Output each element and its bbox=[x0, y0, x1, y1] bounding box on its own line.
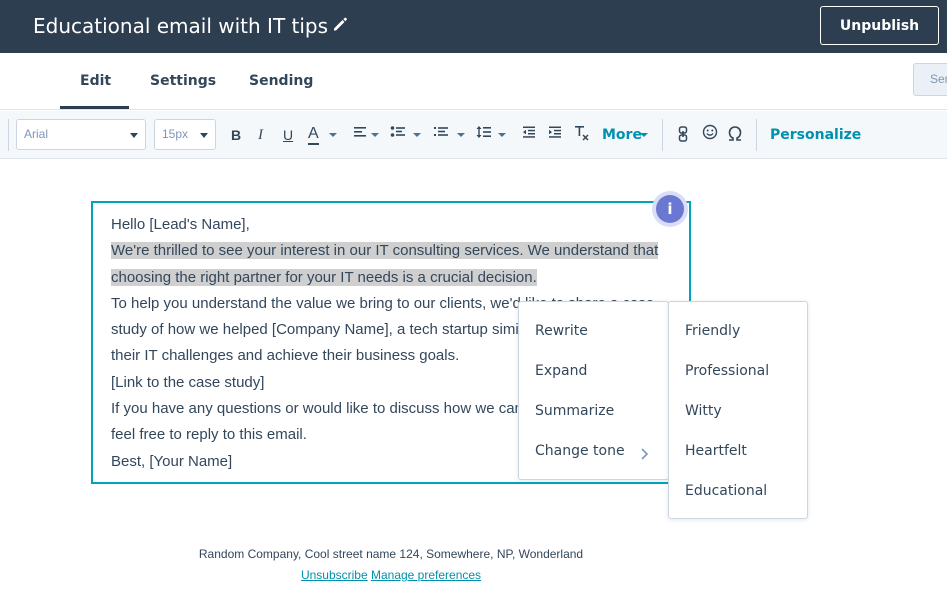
tab-sending[interactable]: Sending bbox=[249, 73, 313, 89]
active-tab-indicator bbox=[60, 106, 129, 109]
manage-preferences-link[interactable]: Manage preferences bbox=[371, 568, 481, 582]
underline-button[interactable]: U bbox=[283, 124, 293, 146]
font-family-value: Arial bbox=[24, 127, 49, 141]
chevron-down-icon bbox=[130, 133, 138, 138]
toolbar-divider bbox=[8, 119, 9, 151]
text-selection: choosing the right partner for your IT n… bbox=[111, 268, 537, 286]
chevron-down-icon[interactable] bbox=[457, 133, 465, 137]
align-icon[interactable] bbox=[353, 125, 367, 147]
link-icon[interactable] bbox=[678, 126, 688, 148]
more-button[interactable]: More bbox=[602, 124, 642, 146]
chevron-down-icon bbox=[200, 133, 208, 138]
toolbar-divider bbox=[756, 119, 757, 151]
pencil-icon[interactable] bbox=[331, 15, 349, 33]
info-icon: i bbox=[656, 195, 684, 223]
italic-button[interactable]: I bbox=[258, 124, 263, 146]
font-size-select[interactable]: 15px bbox=[154, 119, 216, 150]
tabs-row: Edit Settings Sending Sen bbox=[0, 53, 947, 110]
font-size-value: 15px bbox=[162, 127, 189, 141]
top-header-bar: Educational email with IT tips Unpublish bbox=[0, 0, 947, 53]
tone-item-professional[interactable]: Professional bbox=[685, 361, 769, 381]
footer-links: Unsubscribe Manage preferences bbox=[0, 568, 782, 582]
bulleted-list-icon[interactable] bbox=[390, 125, 406, 147]
menu-item-summarize[interactable]: Summarize bbox=[535, 401, 614, 421]
footer-address: Random Company, Cool street name 124, So… bbox=[198, 547, 584, 561]
tone-item-heartfelt[interactable]: Heartfelt bbox=[685, 441, 747, 461]
outdent-icon[interactable] bbox=[522, 125, 536, 147]
chevron-down-icon[interactable] bbox=[413, 133, 421, 137]
line-spacing-icon[interactable] bbox=[476, 125, 492, 147]
body-line-highlighted: choosing the right partner for your IT n… bbox=[111, 265, 671, 291]
email-title: Educational email with IT tips bbox=[33, 14, 329, 38]
tab-edit[interactable]: Edit bbox=[80, 73, 111, 89]
special-character-icon[interactable] bbox=[727, 124, 743, 146]
clear-formatting-icon[interactable] bbox=[574, 125, 590, 147]
personalize-button[interactable]: Personalize bbox=[770, 124, 861, 146]
numbered-list-icon[interactable] bbox=[433, 125, 449, 147]
menu-item-expand[interactable]: Expand bbox=[535, 361, 587, 381]
ai-assistant-menu: Rewrite Expand Summarize Change tone bbox=[518, 301, 669, 480]
body-line-highlighted: We're thrilled to see your interest in o… bbox=[111, 238, 671, 264]
tone-item-friendly[interactable]: Friendly bbox=[685, 321, 740, 341]
body-line: Hello [Lead's Name], bbox=[111, 216, 250, 233]
bold-button[interactable]: B bbox=[231, 124, 241, 146]
text-color-button[interactable]: A bbox=[308, 124, 319, 145]
indent-icon[interactable] bbox=[548, 125, 562, 147]
emoji-icon[interactable] bbox=[702, 124, 718, 146]
toolbar-divider bbox=[662, 119, 663, 151]
info-badge[interactable]: i bbox=[652, 191, 688, 227]
tone-item-educational[interactable]: Educational bbox=[685, 481, 767, 501]
chevron-down-icon[interactable] bbox=[329, 133, 337, 137]
font-family-select[interactable]: Arial bbox=[16, 119, 146, 150]
chevron-down-icon[interactable] bbox=[371, 133, 379, 137]
formatting-toolbar: Arial 15px B I U A More Personalize bbox=[0, 111, 947, 159]
chevron-down-icon[interactable] bbox=[640, 133, 648, 137]
send-button[interactable]: Sen bbox=[913, 63, 947, 96]
tone-item-witty[interactable]: Witty bbox=[685, 401, 722, 421]
chevron-down-icon[interactable] bbox=[498, 133, 506, 137]
change-tone-submenu: Friendly Professional Witty Heartfelt Ed… bbox=[668, 301, 808, 519]
unpublish-button[interactable]: Unpublish bbox=[820, 6, 939, 45]
menu-item-rewrite[interactable]: Rewrite bbox=[535, 321, 588, 341]
chevron-right-icon bbox=[639, 447, 649, 461]
unsubscribe-link[interactable]: Unsubscribe bbox=[301, 568, 368, 582]
tab-settings[interactable]: Settings bbox=[150, 73, 216, 89]
text-selection: We're thrilled to see your interest in o… bbox=[111, 242, 659, 260]
menu-item-change-tone[interactable]: Change tone bbox=[535, 441, 625, 461]
